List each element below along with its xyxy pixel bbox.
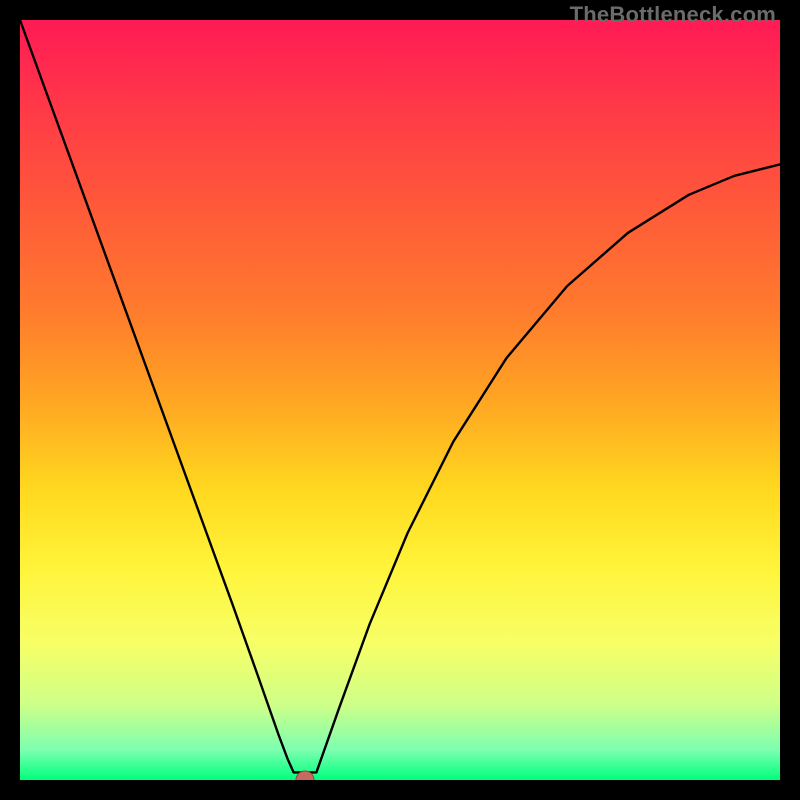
watermark-text: TheBottleneck.com <box>570 2 776 28</box>
bottleneck-plot <box>20 20 780 780</box>
chart-frame <box>20 20 780 780</box>
gradient-background <box>20 20 780 780</box>
